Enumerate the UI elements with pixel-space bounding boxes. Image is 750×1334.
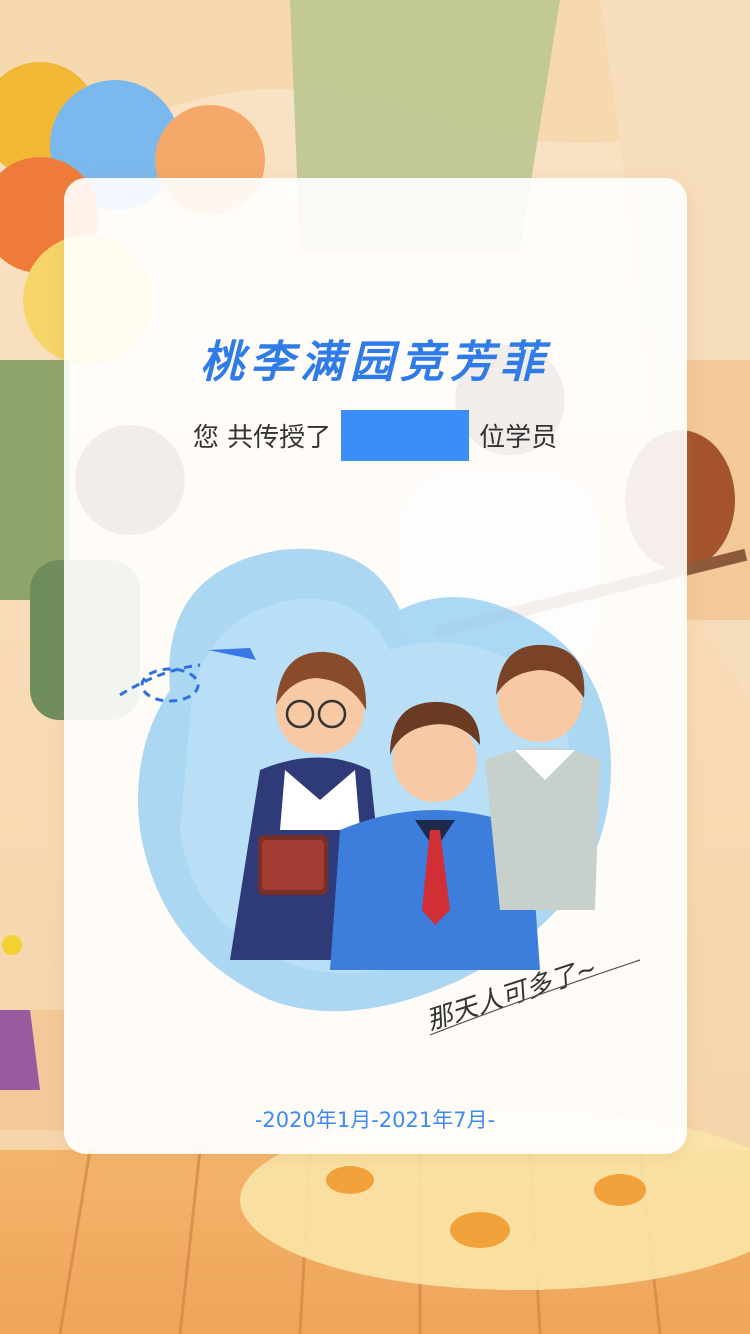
page-title: 桃李满园竞芳菲 (200, 337, 550, 388)
date-range: -2020年1月-2021年7月- (254, 1108, 496, 1132)
count-suffix: 位学员 (479, 423, 558, 453)
student-count-row: 您 共传授了 位学员 (0, 410, 750, 461)
count-prefix: 您 共传授了 (192, 423, 332, 453)
student-count-value (341, 410, 470, 461)
teachers-illustration: 那天人可多了~ (119, 548, 641, 1037)
